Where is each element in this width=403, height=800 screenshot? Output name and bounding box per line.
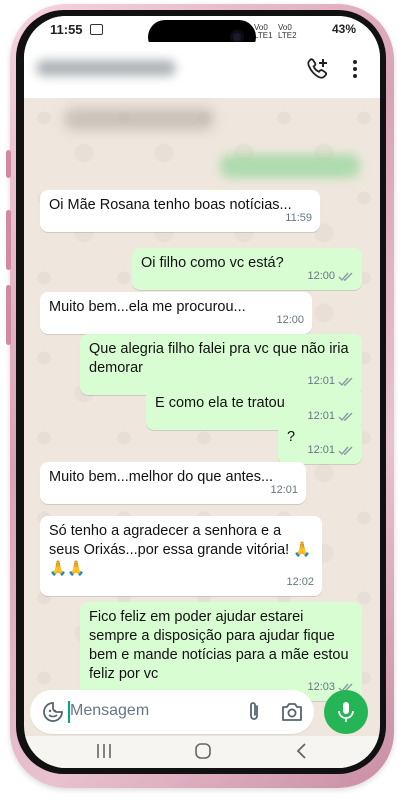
home-icon[interactable] [194, 742, 212, 760]
side-button [6, 210, 11, 270]
chat-header [24, 42, 380, 98]
blurred-message [220, 154, 360, 178]
network-indicator-1: Vo0 LTE1 [254, 23, 273, 40]
message-text: Muito bem...ela me procurou... [49, 299, 246, 315]
message-text: Muito bem...melhor do que antes... [49, 469, 274, 485]
message-incoming[interactable]: Muito bem...ela me procurou... 12:00 [40, 292, 312, 334]
sticker-icon[interactable] [42, 701, 64, 723]
message-text: Oi Mãe Rosana tenho boas notícias... [49, 197, 292, 213]
phone-screen: 11:55 Vo0 LTE1 Vo0 LTE2 43% Oi Mãe Rosan… [24, 16, 380, 768]
add-call-icon[interactable] [304, 56, 330, 82]
attach-icon[interactable] [244, 700, 264, 724]
message-time: 12:01 [307, 444, 335, 456]
blurred-message [64, 108, 214, 130]
message-outgoing[interactable]: Que alegria filho falei pra vc que não i… [80, 334, 362, 395]
back-icon[interactable] [294, 742, 308, 760]
battery-percent: 43% [331, 22, 356, 36]
message-time: 11:59 [285, 212, 312, 224]
message-input-container: Mensagem [30, 690, 314, 734]
mic-icon [338, 702, 354, 722]
message-outgoing[interactable]: Fico feliz em poder ajudar estarei sempr… [80, 602, 362, 701]
compose-bar: Mensagem [24, 688, 380, 736]
message-time: 12:00 [307, 270, 335, 282]
recent-apps-icon[interactable] [96, 742, 112, 760]
message-text: Só tenho a agradecer a senhora e a seus … [49, 523, 312, 577]
message-input[interactable]: Mensagem [70, 702, 149, 720]
read-ticks-icon [338, 412, 353, 421]
message-incoming[interactable]: Muito bem...melhor do que antes... 12:01 [40, 462, 306, 504]
contact-name-blurred[interactable] [36, 60, 176, 76]
read-ticks-icon [338, 377, 353, 386]
message-incoming[interactable]: Só tenho a agradecer a senhora e a seus … [40, 516, 322, 596]
side-button [6, 150, 11, 178]
camera-icon[interactable] [280, 701, 304, 723]
more-vert-icon[interactable] [350, 58, 360, 80]
side-button [6, 285, 11, 345]
system-nav-bar [24, 736, 380, 768]
message-time: 12:01 [270, 484, 298, 496]
message-text: Fico feliz em poder ajudar estarei sempr… [89, 609, 353, 682]
read-ticks-icon [338, 272, 353, 281]
voice-message-button[interactable] [324, 690, 368, 734]
message-time: 12:02 [286, 576, 314, 588]
message-incoming[interactable]: Oi Mãe Rosana tenho boas notícias... 11:… [40, 190, 320, 232]
network-indicator-2: Vo0 LTE2 [278, 23, 297, 40]
message-outgoing[interactable]: Oi filho como vc está? 12:00 [132, 248, 362, 290]
message-time: 12:00 [276, 314, 304, 326]
message-outgoing[interactable]: ? 12:01 [278, 422, 362, 464]
read-ticks-icon [338, 446, 353, 455]
chat-area[interactable]: Oi Mãe Rosana tenho boas notícias... 11:… [24, 98, 380, 701]
status-time: 11:55 [50, 22, 83, 37]
gallery-notification-icon [90, 24, 103, 35]
